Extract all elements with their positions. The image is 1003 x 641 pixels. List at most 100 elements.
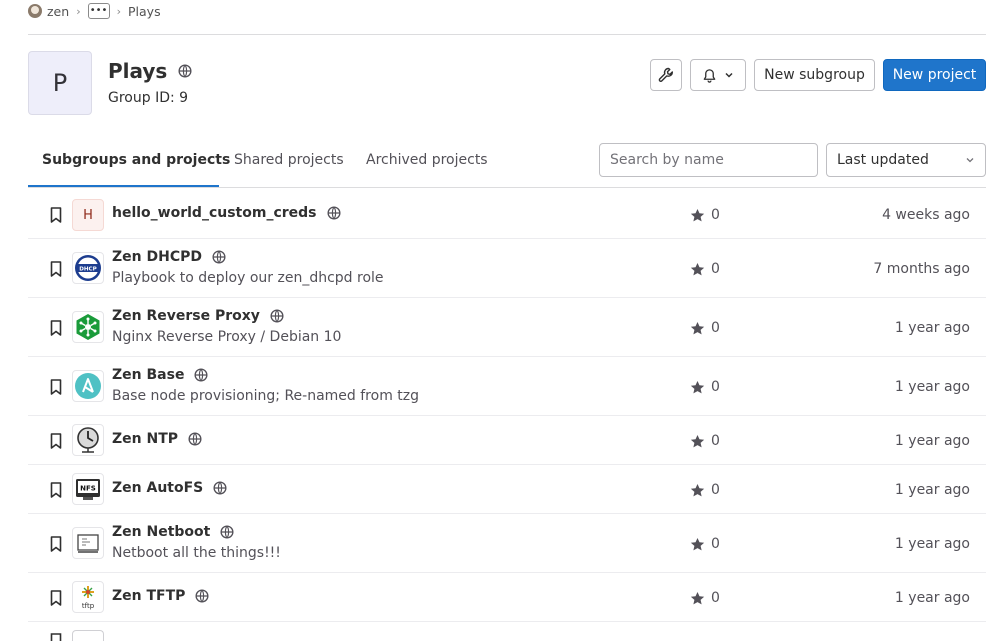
project-name[interactable]: Zen DHCPD: [112, 249, 202, 265]
globe-icon: [178, 64, 192, 78]
breadcrumb-more-button[interactable]: •••: [87, 3, 110, 19]
project-name[interactable]: Zen Reverse Proxy: [112, 308, 260, 324]
globe-icon: [212, 250, 226, 264]
project-row[interactable]: Zen Reverse Proxy Nginx Reverse Proxy / …: [28, 298, 986, 357]
star-count[interactable]: 0: [690, 261, 720, 277]
project-description: Netboot all the things!!!: [112, 545, 281, 561]
project-name[interactable]: Zen NTP: [112, 431, 178, 447]
last-updated: 4 weeks ago: [882, 207, 970, 223]
bookmark-icon[interactable]: [50, 590, 62, 606]
nfs-monitor-icon: NFS: [72, 473, 104, 505]
bookmark-icon[interactable]: [50, 633, 62, 641]
star-icon: [690, 537, 705, 550]
project-name-link[interactable]: Zen DHCPD: [112, 249, 226, 265]
chevron-right-icon: ›: [116, 4, 121, 18]
sort-dropdown[interactable]: Last updated: [826, 143, 986, 177]
tab-shared-projects[interactable]: Shared projects: [234, 152, 344, 168]
star-count[interactable]: 0: [690, 207, 720, 223]
last-updated: 1 year ago: [894, 433, 970, 449]
user-avatar[interactable]: [28, 4, 42, 18]
star-count-value: 0: [711, 320, 720, 336]
star-count[interactable]: 0: [690, 482, 720, 498]
project-row[interactable]: Zen Base Base node provisioning; Re-name…: [28, 357, 986, 416]
project-name[interactable]: Zen Base: [112, 367, 184, 383]
tab-subgroups-and-projects[interactable]: Subgroups and projects: [42, 152, 230, 168]
chevron-right-icon: ›: [76, 4, 81, 18]
nginx-hexagon-icon: [72, 311, 104, 343]
star-icon: [690, 483, 705, 496]
bookmark-icon[interactable]: [50, 207, 62, 223]
star-count-value: 0: [711, 482, 720, 498]
bookmark-icon[interactable]: [50, 261, 62, 277]
new-project-button[interactable]: New project: [883, 59, 986, 91]
breadcrumb: zen › ••• › Plays: [28, 2, 161, 20]
header-divider: [28, 34, 986, 35]
star-icon: [690, 208, 705, 221]
project-avatar: [72, 630, 104, 641]
group-name: Plays: [108, 59, 168, 83]
project-name[interactable]: Zen AutoFS: [112, 480, 203, 496]
project-name-link[interactable]: Zen AutoFS: [112, 480, 227, 496]
project-row[interactable]: Zen NTP 0 1 year ago: [28, 416, 986, 465]
project-name[interactable]: Zen Netboot: [112, 524, 210, 540]
tab-archived-projects[interactable]: Archived projects: [366, 152, 488, 168]
bookmark-icon[interactable]: [50, 433, 62, 449]
last-updated: 1 year ago: [894, 482, 970, 498]
breadcrumb-user-link[interactable]: zen: [47, 4, 69, 19]
search-input[interactable]: [599, 143, 818, 177]
project-row[interactable]: Zen Netboot Netboot all the things!!! 0 …: [28, 514, 986, 573]
project-name-link[interactable]: hello_world_custom_creds: [112, 205, 341, 221]
project-row[interactable]: DHCP Zen DHCPD Playbook to deploy our ze…: [28, 239, 986, 298]
globe-icon: [195, 589, 209, 603]
globe-icon: [326, 206, 341, 220]
group-avatar: P: [28, 51, 92, 115]
chevron-down-icon: [966, 158, 974, 163]
new-subgroup-button[interactable]: New subgroup: [754, 59, 875, 91]
project-name[interactable]: hello_world_custom_creds: [112, 205, 317, 221]
star-count-value: 0: [711, 207, 720, 223]
star-icon: [690, 321, 705, 334]
star-count[interactable]: 0: [690, 590, 720, 606]
star-count[interactable]: 0: [690, 379, 720, 395]
bookmark-icon[interactable]: [50, 379, 62, 395]
project-name-link[interactable]: Zen TFTP: [112, 588, 209, 604]
group-id: Group ID: 9: [108, 90, 189, 106]
last-updated: 7 months ago: [873, 261, 970, 277]
project-name-link[interactable]: Zen Base: [112, 367, 208, 383]
star-count[interactable]: 0: [690, 320, 720, 336]
project-row[interactable]: tftp Zen TFTP 0 1 year ago: [28, 573, 986, 622]
project-row[interactable]: H hello_world_custom_creds 0 4 weeks ago: [28, 189, 986, 239]
bookmark-icon[interactable]: [50, 536, 62, 552]
project-name-link[interactable]: Zen Netboot: [112, 524, 234, 540]
project-name-link[interactable]: Zen NTP: [112, 431, 202, 447]
globe-icon: [213, 481, 227, 495]
notifications-dropdown[interactable]: [690, 59, 746, 91]
chevron-down-icon: [725, 72, 733, 78]
globe-icon: [188, 432, 202, 446]
globe-icon: [220, 525, 234, 539]
star-count[interactable]: 0: [690, 433, 720, 449]
project-description: Base node provisioning; Re-named from tz…: [112, 388, 420, 404]
project-name-link[interactable]: Zen Reverse Proxy: [112, 308, 284, 324]
project-description: Nginx Reverse Proxy / Debian 10: [112, 329, 342, 345]
project-avatar: H: [72, 199, 104, 231]
project-name[interactable]: Zen TFTP: [112, 588, 185, 604]
star-icon: [690, 591, 705, 604]
last-updated: 1 year ago: [894, 536, 970, 552]
star-count-value: 0: [711, 433, 720, 449]
group-title: Plays: [108, 59, 192, 83]
star-icon: [690, 262, 705, 275]
tabs-divider: [28, 187, 986, 188]
star-count-value: 0: [711, 261, 720, 277]
group-settings-button[interactable]: [650, 59, 682, 91]
star-count-value: 0: [711, 590, 720, 606]
dhcp-logo-icon: DHCP: [72, 252, 104, 284]
project-row[interactable]: NFS Zen AutoFS 0 1 year ago: [28, 465, 986, 514]
star-count[interactable]: 0: [690, 536, 720, 552]
globe-icon: [194, 368, 208, 382]
breadcrumb-current-link[interactable]: Plays: [128, 4, 161, 19]
bookmark-icon[interactable]: [50, 482, 62, 498]
dhcp-logo-text: DHCP: [79, 267, 97, 273]
wrench-icon: [658, 67, 673, 82]
bookmark-icon[interactable]: [50, 320, 62, 336]
